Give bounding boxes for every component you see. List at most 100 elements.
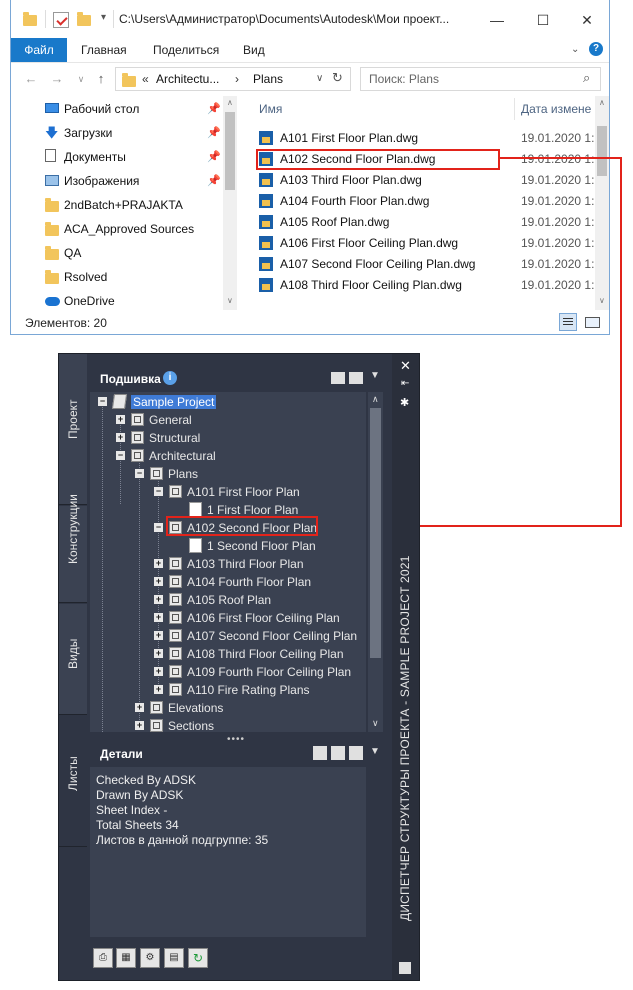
column-header-date[interactable]: Дата измене	[521, 96, 591, 122]
tree-node[interactable]: − Sample Project	[90, 393, 366, 411]
maximize-button[interactable]: ☐	[531, 8, 555, 32]
expand-icon[interactable]: +	[154, 649, 163, 658]
expand-icon[interactable]: +	[154, 559, 163, 568]
nav-item[interactable]: Rsolved	[11, 265, 231, 289]
large-icons-view-icon[interactable]	[583, 313, 601, 331]
tree-node[interactable]: + General	[90, 411, 366, 429]
collapse-icon[interactable]: −	[154, 487, 163, 496]
expand-icon[interactable]: +	[116, 415, 125, 424]
ribbon-file-tab[interactable]: Файл	[11, 38, 67, 62]
sheetset-folder-icon[interactable]	[349, 372, 363, 384]
palette-settings-icon[interactable]: ✱	[400, 396, 409, 409]
auto-hide-icon[interactable]: ⇤	[401, 378, 409, 389]
refresh-icon[interactable]: ↻	[188, 948, 208, 968]
ribbon-tab-view[interactable]: Вид	[243, 38, 265, 62]
tab-sheets[interactable]: Листы	[59, 716, 87, 847]
sheet-list-icon[interactable]: ▤	[164, 948, 184, 968]
nav-item[interactable]: OneDrive	[11, 289, 231, 310]
file-list-scrollbar[interactable]: ∧ ∨	[595, 96, 609, 310]
tree-node[interactable]: + Sections	[90, 717, 366, 732]
expand-icon[interactable]: +	[154, 685, 163, 694]
tab-views[interactable]: Виды	[59, 604, 87, 715]
properties-icon[interactable]: ⚙	[140, 948, 160, 968]
details-view-icon[interactable]	[559, 313, 577, 331]
column-header-name[interactable]: Имя	[259, 96, 282, 122]
palette-menu-icon[interactable]	[399, 962, 411, 974]
sheetset-dropdown-icon[interactable]: ▼	[370, 370, 380, 381]
collapse-icon[interactable]: −	[116, 451, 125, 460]
expand-icon[interactable]: +	[135, 721, 144, 730]
breadcrumb-architectural[interactable]: Architectu...	[156, 72, 219, 86]
tree-node[interactable]: + A109 Fourth Floor Ceiling Plan	[90, 663, 366, 681]
expand-icon[interactable]: +	[116, 433, 125, 442]
new-folder-icon[interactable]	[77, 12, 93, 28]
tree-node[interactable]: + A103 Third Floor Plan	[90, 555, 366, 573]
tree-node[interactable]: − Plans	[90, 465, 366, 483]
tree-node[interactable]: + Elevations	[90, 699, 366, 717]
details-search-icon[interactable]	[349, 746, 363, 760]
file-row[interactable]: A106 First Floor Ceiling Plan.dwg 19.01.2…	[259, 233, 599, 254]
nav-scrollbar[interactable]: ∧ ∨	[223, 96, 237, 310]
pin-icon[interactable]: 📌	[207, 102, 221, 115]
expand-icon[interactable]: +	[135, 703, 144, 712]
file-row[interactable]: A101 First Floor Plan.dwg 19.01.2020 1:	[259, 128, 599, 149]
expand-icon[interactable]: +	[154, 595, 163, 604]
pin-icon[interactable]: 📌	[207, 150, 221, 163]
collapse-icon[interactable]: −	[154, 523, 163, 532]
tree-node[interactable]: + A108 Third Floor Ceiling Plan	[90, 645, 366, 663]
sheetset-open-icon[interactable]	[331, 372, 345, 384]
help-icon[interactable]: ?	[589, 42, 603, 56]
properties-icon[interactable]	[53, 12, 69, 28]
ribbon-tab-home[interactable]: Главная	[81, 38, 127, 62]
splitter-grip[interactable]: ••••	[227, 734, 245, 745]
quick-access-dropdown-icon[interactable]: ▾	[101, 12, 106, 23]
collapse-icon[interactable]: −	[98, 397, 107, 406]
close-button[interactable]: ✕	[575, 8, 599, 32]
file-row[interactable]: A104 Fourth Floor Plan.dwg 19.01.2020 1:	[259, 191, 599, 212]
recent-dropdown-icon[interactable]: ∨	[73, 71, 89, 87]
nav-item[interactable]: Изображения 📌	[11, 169, 231, 193]
tree-node[interactable]: − Architectural	[90, 447, 366, 465]
tab-project[interactable]: Проект	[59, 354, 87, 505]
minimize-button[interactable]: —	[485, 8, 509, 32]
breadcrumb-overflow[interactable]: «	[142, 72, 149, 86]
nav-item[interactable]: 2ndBatch+PRAJAKTA	[11, 193, 231, 217]
ribbon-tab-share[interactable]: Поделиться	[153, 38, 219, 62]
close-icon[interactable]: ✕	[400, 358, 411, 374]
nav-item[interactable]: QA	[11, 241, 231, 265]
file-row[interactable]: A108 Third Floor Ceiling Plan.dwg 19.01.2…	[259, 275, 599, 296]
tree-node[interactable]: 1 Second Floor Plan	[90, 537, 366, 555]
nav-item[interactable]: 🡇 Загрузки 📌	[11, 121, 231, 145]
nav-item[interactable]: Рабочий стол 📌	[11, 97, 231, 121]
details-preview-icon[interactable]	[313, 746, 327, 760]
tree-node[interactable]: + A110 Fire Rating Plans	[90, 681, 366, 699]
file-row[interactable]: A105 Roof Plan.dwg 19.01.2020 1:	[259, 212, 599, 233]
nav-item[interactable]: ACA_Approved Sources	[11, 217, 231, 241]
file-row[interactable]: A103 Third Floor Plan.dwg 19.01.2020 1:	[259, 170, 599, 191]
ribbon-expand-icon[interactable]: ⌄	[571, 44, 579, 55]
tree-node[interactable]: + A107 Second Floor Ceiling Plan	[90, 627, 366, 645]
tree-node[interactable]: + A105 Roof Plan	[90, 591, 366, 609]
details-dropdown-icon[interactable]: ▼	[370, 746, 380, 757]
tree-node[interactable]: + A104 Fourth Floor Plan	[90, 573, 366, 591]
search-input[interactable]: Поиск: Plans	[360, 67, 601, 91]
address-dropdown-icon[interactable]: ∨	[316, 73, 323, 84]
tab-structures[interactable]: Конструкции	[59, 494, 87, 603]
pin-icon[interactable]: 📌	[207, 126, 221, 139]
info-icon[interactable]: i	[163, 371, 177, 385]
tree-node[interactable]: + A106 First Floor Ceiling Plan	[90, 609, 366, 627]
address-bar[interactable]: « Architectu... › Plans ∨ ↻	[115, 67, 351, 91]
expand-icon[interactable]: +	[154, 577, 163, 586]
publish-icon[interactable]: ⎙	[93, 948, 113, 968]
details-list-icon[interactable]	[331, 746, 345, 760]
expand-icon[interactable]: +	[154, 613, 163, 622]
pin-icon[interactable]: 📌	[207, 174, 221, 187]
tree-node[interactable]: − A101 First Floor Plan	[90, 483, 366, 501]
breadcrumb-plans[interactable]: Plans	[253, 72, 283, 86]
up-arrow-icon[interactable]: ↑	[93, 71, 109, 87]
back-arrow-icon[interactable]: ←	[23, 71, 39, 87]
collapse-icon[interactable]: −	[135, 469, 144, 478]
new-sheet-icon[interactable]: ▦	[116, 948, 136, 968]
tree-node[interactable]: + Structural	[90, 429, 366, 447]
forward-arrow-icon[interactable]: →	[49, 71, 65, 87]
